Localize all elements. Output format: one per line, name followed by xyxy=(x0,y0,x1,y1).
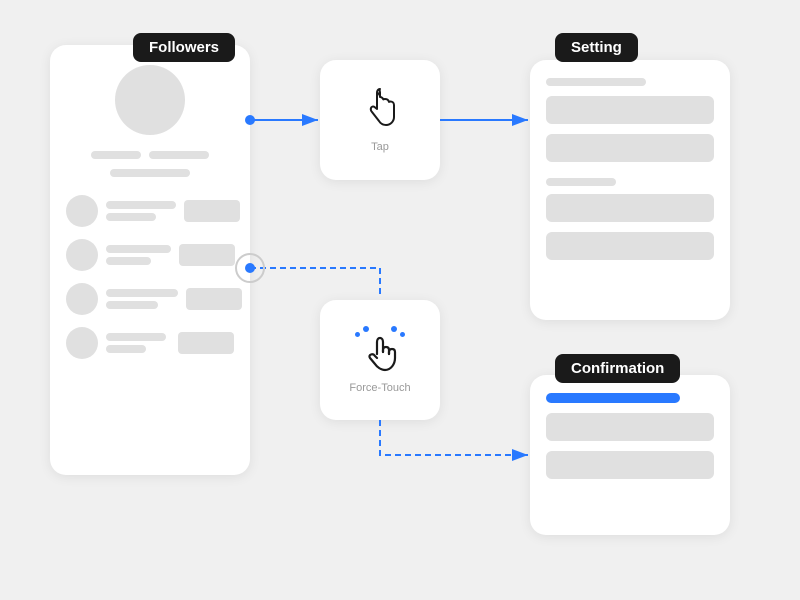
setting-card xyxy=(530,60,730,320)
text-bar xyxy=(106,257,151,265)
setting-bar xyxy=(546,178,616,186)
confirmation-card xyxy=(530,375,730,535)
follow-button-placeholder xyxy=(179,244,235,266)
sparkle-dot xyxy=(355,332,360,337)
text-bar xyxy=(106,201,176,209)
followers-label: Followers xyxy=(133,33,235,62)
confirmation-label: Confirmation xyxy=(555,354,680,383)
tap-card: Tap xyxy=(320,60,440,180)
name-bar-1 xyxy=(91,151,141,159)
follow-button-placeholder xyxy=(184,200,240,222)
followers-list xyxy=(66,195,234,359)
list-avatar xyxy=(66,327,98,359)
follow-button-placeholder xyxy=(178,332,234,354)
force-touch-icon xyxy=(355,326,405,376)
list-text xyxy=(106,245,171,265)
list-avatar xyxy=(66,283,98,315)
sparkle-dot xyxy=(391,326,397,332)
sparkle-dot xyxy=(400,332,405,337)
tap-label: Tap xyxy=(371,141,389,153)
bio-bar xyxy=(110,169,190,177)
list-text xyxy=(106,201,176,221)
list-item xyxy=(66,327,234,359)
confirm-blue-bar xyxy=(546,393,680,403)
list-avatar xyxy=(66,195,98,227)
list-item xyxy=(66,239,234,271)
list-item xyxy=(66,195,234,227)
dashed-arrow-2 xyxy=(380,420,528,455)
confirm-bar xyxy=(546,451,714,479)
text-bar xyxy=(106,301,158,309)
text-bar xyxy=(106,333,166,341)
tap-hand-icon xyxy=(361,87,399,135)
avatar xyxy=(115,65,185,135)
followers-card xyxy=(50,45,250,475)
list-text xyxy=(106,333,170,353)
follow-button-placeholder xyxy=(186,288,242,310)
setting-label: Setting xyxy=(555,33,638,62)
name-bar-2 xyxy=(149,151,209,159)
list-text xyxy=(106,289,178,309)
setting-bar xyxy=(546,134,714,162)
sparkle-dot xyxy=(363,326,369,332)
list-avatar xyxy=(66,239,98,271)
confirm-bar xyxy=(546,413,714,441)
diagram-container: Followers Tap Force-Touch xyxy=(0,0,800,600)
dashed-arrow-1 xyxy=(250,268,380,298)
text-bar xyxy=(106,213,156,221)
force-touch-card: Force-Touch xyxy=(320,300,440,420)
name-row xyxy=(66,151,234,159)
setting-bar xyxy=(546,194,714,222)
setting-bar xyxy=(546,96,714,124)
setting-bar xyxy=(546,78,646,86)
text-bar xyxy=(106,345,146,353)
list-item xyxy=(66,283,234,315)
force-touch-label: Force-Touch xyxy=(349,382,410,394)
text-bar xyxy=(106,289,178,297)
text-bar xyxy=(106,245,171,253)
force-hand-svg xyxy=(361,334,399,376)
setting-bar xyxy=(546,232,714,260)
